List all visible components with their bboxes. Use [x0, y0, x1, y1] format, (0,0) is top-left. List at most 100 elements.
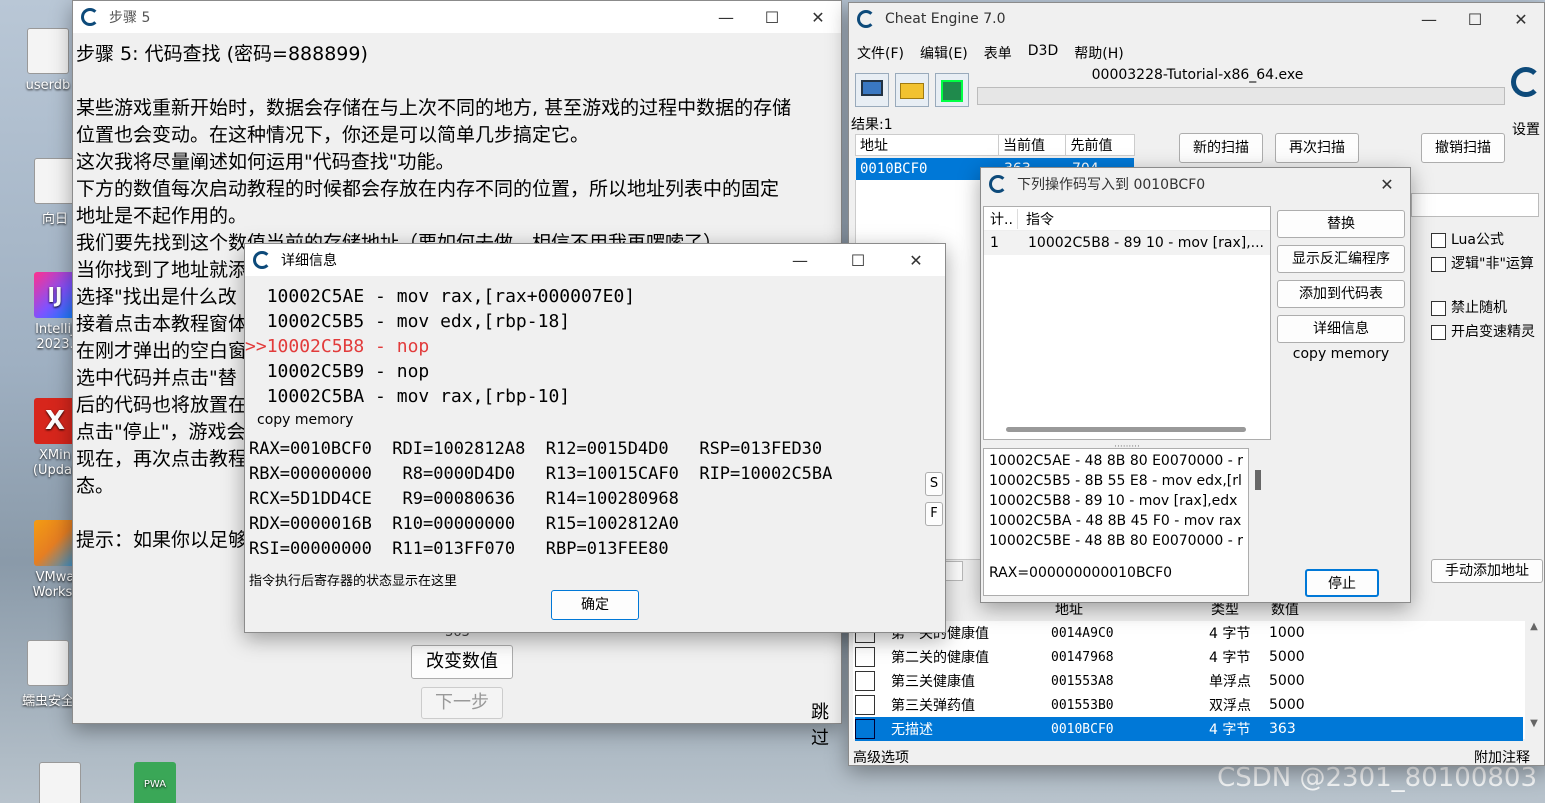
row-description: 第三关弹药值 — [891, 698, 975, 714]
skip-link[interactable]: 跳过 — [811, 698, 841, 750]
table-row[interactable]: 第三关弹药值 001553B0 双浮点 5000 — [855, 693, 1523, 717]
menu-d3d[interactable]: D3D — [1028, 43, 1058, 63]
process-name: 00003228-Tutorial-x86_64.exe — [1091, 67, 1304, 83]
stack-button[interactable]: S — [925, 472, 943, 496]
active-checkbox[interactable] — [855, 719, 891, 739]
shortcut-icon — [34, 158, 76, 204]
active-checkbox[interactable] — [855, 695, 891, 715]
table-row[interactable]: 第一关的健康值 0014A9C0 4 字节 1000 — [855, 621, 1523, 645]
disasm-line: 10002C5B5 - 8B 55 E8 - mov edx,[rl — [989, 473, 1242, 489]
menu-bar: 文件(F) 编辑(E) 表单 D3D 帮助(H) — [857, 43, 1124, 63]
tutorial-line — [76, 68, 836, 95]
close-icon[interactable]: ✕ — [1498, 10, 1544, 29]
cheat-engine-logo-icon[interactable] — [1511, 67, 1545, 107]
table-scrollbar[interactable]: ▲ ▼ — [1525, 621, 1543, 739]
vmware-icon — [34, 520, 76, 566]
vertical-scrollbar[interactable] — [1255, 470, 1261, 490]
checkbox[interactable] — [1431, 256, 1446, 272]
add-to-codelist-button[interactable]: 添加到代码表 — [1277, 280, 1405, 308]
row-type: 双浮点 — [1209, 698, 1251, 714]
title-bar: 详细信息 — ☐ ✕ — [245, 244, 945, 276]
asm-line-current: >>10002C5B8 - nop — [245, 336, 430, 357]
close-icon[interactable]: ✕ — [887, 251, 945, 270]
copy-memory-label[interactable]: copy memory — [257, 412, 353, 428]
minimize-icon[interactable]: — — [1406, 10, 1452, 29]
more-info-button[interactable]: 详细信息 — [1277, 315, 1405, 343]
active-checkbox[interactable] — [855, 647, 891, 667]
replace-button[interactable]: 替换 — [1277, 210, 1405, 238]
close-icon[interactable]: ✕ — [795, 8, 841, 27]
lua-formula-option[interactable]: Lua公式 — [1431, 229, 1504, 249]
minimize-icon[interactable]: — — [703, 8, 749, 27]
table-row-selected[interactable]: 无描述 0010BCF0 4 字节 363 — [855, 717, 1523, 741]
scan-value-input[interactable] — [1411, 193, 1539, 217]
checkbox[interactable] — [1431, 300, 1446, 316]
col-previous[interactable]: 先前值 — [1066, 135, 1134, 155]
table-row[interactable]: 第二关的健康值 00147968 4 字节 5000 — [855, 645, 1523, 669]
disasm-line: 10002C5B8 - 89 10 - mov [rax],edx — [989, 493, 1238, 509]
checkbox[interactable] — [1431, 324, 1446, 340]
disasm-line: 10002C5BA - 48 8B 45 F0 - mov rax — [989, 513, 1242, 529]
row-address: 0010BCF0 — [1051, 721, 1114, 737]
register-line: RDX=0000016B R10=00000000 R15=1002812A0 — [249, 514, 679, 534]
speedhack-option[interactable]: 开启变速精灵 — [1431, 321, 1535, 341]
memory-view-button[interactable] — [945, 561, 963, 581]
attach-note[interactable]: 附加注释 — [1474, 747, 1530, 767]
next-button[interactable]: 下一步 — [421, 687, 503, 719]
minimize-icon[interactable]: — — [771, 251, 829, 270]
opcode-list-header: 计.. 指令 — [984, 207, 1270, 231]
col-address[interactable]: 地址 — [856, 135, 999, 155]
flags-button[interactable]: F — [925, 502, 943, 526]
maximize-icon[interactable]: ☐ — [829, 251, 887, 270]
change-value-button[interactable]: 改变数值 — [411, 645, 513, 679]
row-address: 00147968 — [1051, 649, 1114, 665]
active-checkbox[interactable] — [855, 671, 891, 691]
next-scan-button[interactable]: 再次扫描 — [1275, 133, 1359, 163]
option-label: 开启变速精灵 — [1451, 324, 1535, 340]
horizontal-scrollbar[interactable] — [1006, 427, 1246, 432]
asm-line: 10002C5B9 - nop — [266, 361, 430, 382]
disassembly-view[interactable]: 10002C5AE - 48 8B 80 E0070000 - r 10002C… — [983, 448, 1249, 596]
tutorial-line: 地址是不起作用的。 — [76, 205, 248, 227]
copy-memory-label[interactable]: copy memory — [1277, 346, 1405, 362]
cheat-engine-icon — [81, 8, 99, 26]
undo-scan-button[interactable]: 撤销扫描 — [1421, 133, 1505, 163]
row-address: 001553B0 — [1051, 697, 1114, 713]
table-row[interactable]: 第三关健康值 001553A8 单浮点 5000 — [855, 669, 1523, 693]
title-bar: Cheat Engine 7.0 — ☐ ✕ — [849, 3, 1544, 35]
row-value: 1000 — [1269, 625, 1305, 641]
new-scan-button[interactable]: 新的扫描 — [1179, 133, 1263, 163]
checkbox[interactable] — [1431, 232, 1446, 248]
cheat-engine-icon — [857, 10, 875, 28]
row-value: 363 — [1269, 721, 1296, 737]
show-disassembler-button[interactable]: 显示反汇编程序 — [1277, 245, 1405, 273]
opcode-list[interactable]: 计.. 指令 1 10002C5B8 - 89 10 - mov [rax],.… — [983, 206, 1271, 440]
advanced-options[interactable]: 高级选项 — [853, 747, 909, 767]
col-current[interactable]: 当前值 — [999, 135, 1067, 155]
maximize-icon[interactable]: ☐ — [749, 8, 795, 27]
logic-not-option[interactable]: 逻辑"非"运算 — [1431, 253, 1534, 273]
desktop-icon-file[interactable] — [20, 762, 100, 803]
menu-edit[interactable]: 编辑(E) — [920, 43, 968, 63]
title-bar: 下列操作码写入到 0010BCF0 ✕ — [981, 168, 1410, 200]
desktop-icon-pwa[interactable]: PWA — [115, 762, 195, 803]
status-text: 指令执行后寄存器的状态显示在这里 — [249, 574, 458, 589]
menu-help[interactable]: 帮助(H) — [1074, 43, 1123, 63]
no-random-option[interactable]: 禁止随机 — [1431, 297, 1507, 317]
cheat-engine-icon — [253, 251, 271, 269]
manual-add-button[interactable]: 手动添加地址 — [1431, 559, 1543, 583]
option-label: Lua公式 — [1451, 232, 1505, 248]
menu-table[interactable]: 表单 — [984, 43, 1012, 63]
result-address: 0010BCF0 — [860, 161, 928, 177]
row-value: 5000 — [1269, 697, 1305, 713]
settings-label[interactable]: 设置 — [1512, 119, 1540, 139]
menu-file[interactable]: 文件(F) — [857, 43, 904, 63]
ok-button[interactable]: 确定 — [551, 590, 639, 620]
stop-button[interactable]: 停止 — [1305, 569, 1379, 597]
col-instruction[interactable]: 指令 — [1018, 209, 1054, 229]
opcode-row[interactable]: 1 10002C5B8 - 89 10 - mov [rax],... — [984, 231, 1270, 255]
col-count[interactable]: 计.. — [984, 208, 1018, 229]
maximize-icon[interactable]: ☐ — [1452, 10, 1498, 29]
close-icon[interactable]: ✕ — [1364, 175, 1410, 194]
intellij-icon: IJ — [34, 272, 76, 318]
